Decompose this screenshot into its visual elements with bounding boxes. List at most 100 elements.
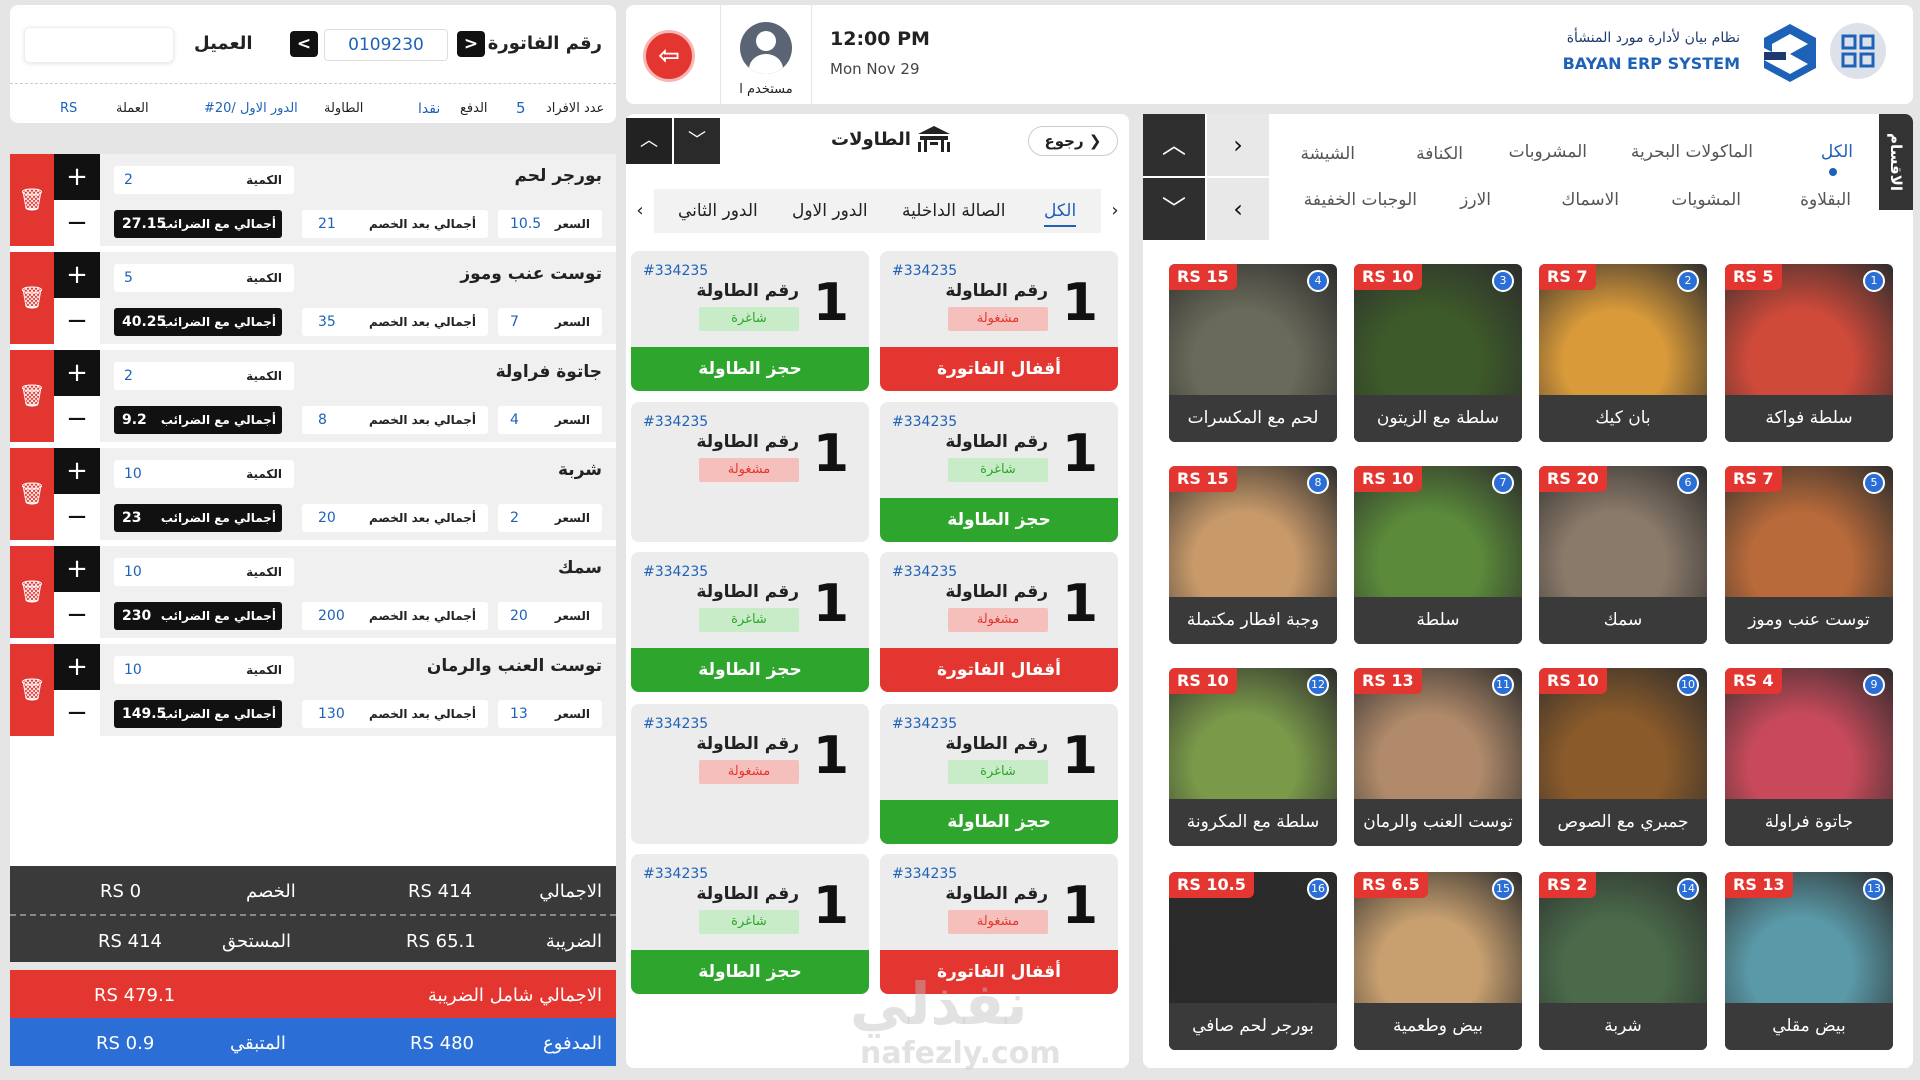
product-card[interactable]: RS 7 5 توست عنب وموز: [1725, 466, 1893, 644]
category-grills[interactable]: المشويات: [1671, 190, 1741, 210]
user-box[interactable]: مستخدم ا: [720, 5, 812, 104]
decrease-qty-button[interactable]: −: [54, 200, 100, 246]
decrease-qty-button[interactable]: −: [54, 298, 100, 344]
close-invoice-button[interactable]: أقفال الفاتورة: [880, 648, 1118, 692]
paid-value[interactable]: RS 480: [410, 1033, 474, 1054]
delete-item-button[interactable]: 🗑: [10, 546, 54, 638]
quantity-field[interactable]: 2 الكمية: [114, 362, 294, 390]
table-card[interactable]: #334235 1 رقم الطاولة مشغولة: [631, 704, 869, 844]
trash-icon: 🗑: [18, 187, 46, 213]
tab-first-floor[interactable]: الدور الاول: [792, 201, 868, 221]
apps-menu-button[interactable]: [1830, 23, 1886, 79]
decrease-qty-button[interactable]: −: [54, 592, 100, 638]
quantity-field[interactable]: 10 الكمية: [114, 558, 294, 586]
table-card[interactable]: #334235 1 رقم الطاولة شاغرة حجز الطاولة: [631, 251, 869, 391]
increase-qty-button[interactable]: +: [54, 154, 100, 200]
table-status-badge: شاغرة: [948, 760, 1048, 784]
tabs-prev-button[interactable]: ‹: [626, 189, 654, 233]
table-status-badge: شاغرة: [699, 307, 799, 331]
delete-item-button[interactable]: 🗑: [10, 644, 54, 736]
product-card[interactable]: RS 13 13 بيض مقلي: [1725, 872, 1893, 1050]
category-seafood[interactable]: الماكولات البحرية: [1631, 142, 1753, 162]
close-invoice-button[interactable]: أقفال الفاتورة: [880, 347, 1118, 391]
table-card[interactable]: #334235 1 رقم الطاولة مشغولة أقفال الفاتورة: [880, 552, 1118, 692]
category-snacks[interactable]: الوجبات الخفيفة: [1304, 190, 1417, 210]
product-card[interactable]: RS 7 2 بان كيك: [1539, 264, 1707, 442]
table-card[interactable]: #334235 1 رقم الطاولة شاغرة حجز الطاولة: [631, 552, 869, 692]
product-card[interactable]: RS 13 11 توست العنب والرمان: [1354, 668, 1522, 846]
category-shisha[interactable]: الشيشة: [1301, 144, 1355, 164]
category-rice[interactable]: الارز: [1460, 190, 1491, 210]
product-card[interactable]: RS 5 1 سلطة فواكة: [1725, 264, 1893, 442]
product-card[interactable]: RS 4 9 جاتوة فراولة: [1725, 668, 1893, 846]
decrease-qty-button[interactable]: −: [54, 690, 100, 736]
category-fish[interactable]: الاسماك: [1561, 190, 1619, 210]
invoice-number-field[interactable]: 0109230: [324, 29, 448, 61]
table-number-label: رقم الطاولة: [696, 734, 799, 754]
reserve-table-button[interactable]: حجز الطاولة: [631, 950, 869, 994]
decrease-qty-button[interactable]: −: [54, 494, 100, 540]
increase-qty-button[interactable]: +: [54, 546, 100, 592]
reserve-table-button[interactable]: حجز الطاولة: [631, 648, 869, 692]
tab-second-floor[interactable]: الدور الثاني: [678, 201, 758, 221]
menu-scroll-down-button[interactable]: ﹀: [1143, 178, 1205, 240]
categories-next-button[interactable]: ›: [1207, 114, 1269, 176]
product-card[interactable]: RS 15 4 لحم مع المكسرات: [1169, 264, 1337, 442]
invoice-next-button[interactable]: >: [457, 31, 485, 57]
payment-value[interactable]: نقدا: [418, 101, 440, 117]
table-card[interactable]: #334235 1 رقم الطاولة شاغرة حجز الطاولة: [880, 402, 1118, 542]
reserve-table-button[interactable]: حجز الطاولة: [880, 498, 1118, 542]
quantity-field[interactable]: 10 الكمية: [114, 656, 294, 684]
increase-qty-button[interactable]: +: [54, 644, 100, 690]
product-card[interactable]: RS 20 6 سمك: [1539, 466, 1707, 644]
back-button[interactable]: رجوع ❯: [1028, 126, 1118, 156]
tabs-next-button[interactable]: ›: [1101, 189, 1129, 233]
quantity-field[interactable]: 5 الكمية: [114, 264, 294, 292]
tables-scroll-up-button[interactable]: ︿: [626, 118, 672, 164]
customer-input[interactable]: [24, 27, 174, 63]
invoice-prev-button[interactable]: <: [290, 31, 318, 57]
category-drinks[interactable]: المشروبات: [1509, 142, 1587, 162]
increase-qty-button[interactable]: +: [54, 350, 100, 396]
categories-prev-button[interactable]: ‹: [1207, 178, 1269, 240]
table-card[interactable]: #334235 1 رقم الطاولة مشغولة: [631, 402, 869, 542]
delete-item-button[interactable]: 🗑: [10, 252, 54, 344]
quantity-field[interactable]: 2 الكمية: [114, 166, 294, 194]
product-card[interactable]: RS 10 12 سلطة مع المكرونة: [1169, 668, 1337, 846]
reserve-table-button[interactable]: حجز الطاولة: [880, 800, 1118, 844]
reserve-table-button[interactable]: حجز الطاولة: [631, 347, 869, 391]
menu-scroll-up-button[interactable]: ︿: [1143, 114, 1205, 176]
product-card[interactable]: RS 10 3 سلطة مع الزيتون: [1354, 264, 1522, 442]
quantity-field[interactable]: 10 الكمية: [114, 460, 294, 488]
category-kunafa[interactable]: الكنافة: [1416, 144, 1463, 164]
table-card[interactable]: #334235 1 رقم الطاولة مشغولة أقفال الفاتورة: [880, 251, 1118, 391]
tab-indoor-hall[interactable]: الصالة الداخلية: [902, 201, 1005, 221]
delete-item-button[interactable]: 🗑: [10, 350, 54, 442]
delete-item-button[interactable]: 🗑: [10, 448, 54, 540]
product-card[interactable]: RS 10.5 16 بورجر لحم صافي: [1169, 872, 1337, 1050]
table-card[interactable]: #334235 1 رقم الطاولة شاغرة حجز الطاولة: [880, 704, 1118, 844]
decrease-qty-button[interactable]: −: [54, 396, 100, 442]
product-price-badge: RS 7: [1725, 466, 1782, 492]
table-value[interactable]: #20/ الدور الاول: [204, 101, 298, 116]
increase-qty-button[interactable]: +: [54, 448, 100, 494]
category-all[interactable]: الكل: [1821, 142, 1853, 162]
product-card[interactable]: RS 10 7 سلطة: [1354, 466, 1522, 644]
increase-qty-button[interactable]: +: [54, 252, 100, 298]
table-card[interactable]: #334235 1 رقم الطاولة شاغرة حجز الطاولة: [631, 854, 869, 994]
currency-value[interactable]: RS: [60, 101, 77, 116]
chevron-up-icon: ︿: [1162, 131, 1186, 159]
product-card[interactable]: RS 10 10 جمبري مع الصوص: [1539, 668, 1707, 846]
tables-scroll-down-button[interactable]: ﹀: [674, 118, 720, 164]
delete-item-button[interactable]: 🗑: [10, 154, 54, 246]
tab-all[interactable]: الكل: [1044, 201, 1077, 227]
product-card[interactable]: RS 15 8 وجبة افطار مكتملة: [1169, 466, 1337, 644]
product-name: توست عنب وموز: [1725, 597, 1893, 644]
quantity-value: 2: [124, 172, 133, 188]
category-baklava[interactable]: البقلاوة: [1800, 190, 1851, 210]
persons-value[interactable]: 5: [516, 99, 526, 117]
logout-button[interactable]: ⇦: [643, 30, 695, 82]
after-discount-label: أجمالي بعد الخصم: [368, 707, 476, 721]
product-card[interactable]: RS 6.5 15 بيض وطعمية: [1354, 872, 1522, 1050]
product-card[interactable]: RS 2 14 شربة: [1539, 872, 1707, 1050]
